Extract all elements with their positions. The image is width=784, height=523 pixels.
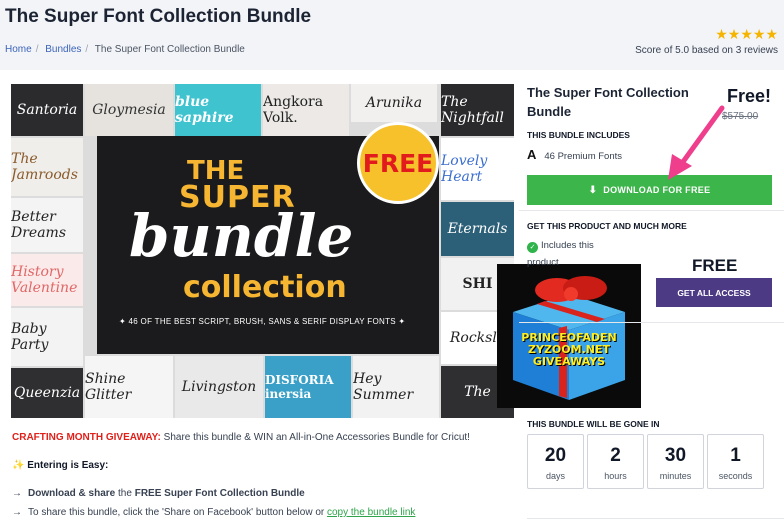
get-all-access-button[interactable]: GET ALL ACCESS: [656, 278, 772, 307]
font-tile: Queenzia: [11, 368, 83, 418]
sparkles-icon: ✨: [12, 460, 25, 471]
divider: [519, 210, 784, 211]
font-tile: Livingston: [175, 356, 263, 418]
font-tile: Better Dreams: [11, 198, 83, 252]
countdown-minutes: 30 minutes: [647, 434, 704, 489]
check-circle-icon: ✓: [527, 242, 538, 253]
font-tile: Eternals: [441, 202, 514, 256]
breadcrumb: Home / Bundles / The Super Font Collection…: [5, 44, 245, 55]
font-tile: History Valentine: [11, 254, 83, 306]
font-tile: DISFORIA inersia: [265, 356, 351, 418]
star-icon: ★: [765, 26, 778, 42]
product-text: product: [527, 257, 559, 268]
hero-line-collection: collection: [183, 270, 347, 305]
star-icon: ★: [740, 26, 753, 42]
font-tile: Lovely Heart: [441, 138, 514, 200]
font-tile: Hey Summer: [353, 356, 439, 418]
sidebar-title: The Super Font Collection Bundle: [527, 85, 689, 119]
old-price: $575.00: [722, 111, 759, 122]
all-access-price: FREE: [692, 256, 738, 275]
download-free-button[interactable]: ⬇ DOWNLOAD FOR FREE: [527, 175, 772, 205]
giveaway-overlay-text: PRINCEOFADEN ZYZOOM.NET GIVEAWAYS: [521, 331, 617, 368]
breadcrumb-home[interactable]: Home: [5, 44, 32, 55]
font-tile: Shine Glitter: [85, 356, 173, 418]
breadcrumb-bundles[interactable]: Bundles: [45, 44, 81, 55]
countdown-days: 20 days: [527, 434, 584, 489]
free-badge: FREE: [357, 122, 439, 204]
divider: [527, 518, 784, 519]
rating-score[interactable]: Score of 5.0 based on 3 reviews: [635, 45, 778, 56]
giveaway-gift-image: PRINCEOFADEN ZYZOOM.NET GIVEAWAYS: [497, 264, 641, 408]
font-letter-icon: A: [527, 147, 537, 162]
page-title: The Super Font Collection Bundle: [5, 6, 312, 27]
countdown-seconds: 1 seconds: [707, 434, 764, 489]
fonts-count: A 46 Premium Fonts: [527, 147, 623, 162]
entering-easy-heading: ✨ Entering is Easy:: [12, 460, 109, 471]
star-icon: ★: [727, 26, 741, 42]
step-download-share: → Download & share the FREE Super Font Co…: [12, 488, 305, 499]
price-label: Free!: [726, 86, 771, 106]
includes-heading: THIS BUNDLE INCLUDES: [527, 130, 630, 140]
includes-this-product: ✓ Includes this: [527, 240, 594, 253]
hero-line-bundle: bundle: [129, 202, 354, 270]
bundle-hero-image[interactable]: Santoria Gloymesia blue saphire Angkora …: [11, 84, 514, 418]
font-tile: Angkora Volk.: [263, 84, 349, 136]
arrow-right-icon: →: [12, 507, 22, 518]
divider: [519, 322, 784, 323]
giveaway-promo: CRAFTING MONTH GIVEAWAY: Share this bund…: [12, 432, 470, 443]
font-tile: blue saphire: [175, 84, 261, 136]
font-tile: The Jamroods: [11, 138, 83, 196]
star-icon: ★: [752, 26, 766, 42]
star-icon: ★: [715, 26, 728, 42]
hero-subtitle: ✦ 46 OF THE BEST SCRIPT, BRUSH, SANS & S…: [119, 317, 406, 326]
rating-stars[interactable]: ★★★★★: [715, 26, 778, 43]
breadcrumb-current: The Super Font Collection Bundle: [94, 44, 245, 55]
countdown-heading: THIS BUNDLE WILL BE GONE IN: [527, 419, 660, 429]
font-tile: Santoria: [11, 84, 83, 136]
font-tile: Gloymesia: [85, 84, 173, 136]
download-icon: ⬇: [588, 184, 598, 196]
font-tile: Baby Party: [11, 308, 83, 366]
font-tile: Arunika: [351, 84, 437, 122]
arrow-right-icon: →: [12, 488, 22, 499]
step-share-link: → To share this bundle, click the 'Share …: [12, 507, 416, 518]
copy-bundle-link[interactable]: copy the bundle link: [327, 507, 415, 518]
countdown-hours: 2 hours: [587, 434, 644, 489]
more-heading: GET THIS PRODUCT AND MUCH MORE: [527, 221, 687, 231]
font-tile: The Nightfall: [441, 84, 514, 136]
